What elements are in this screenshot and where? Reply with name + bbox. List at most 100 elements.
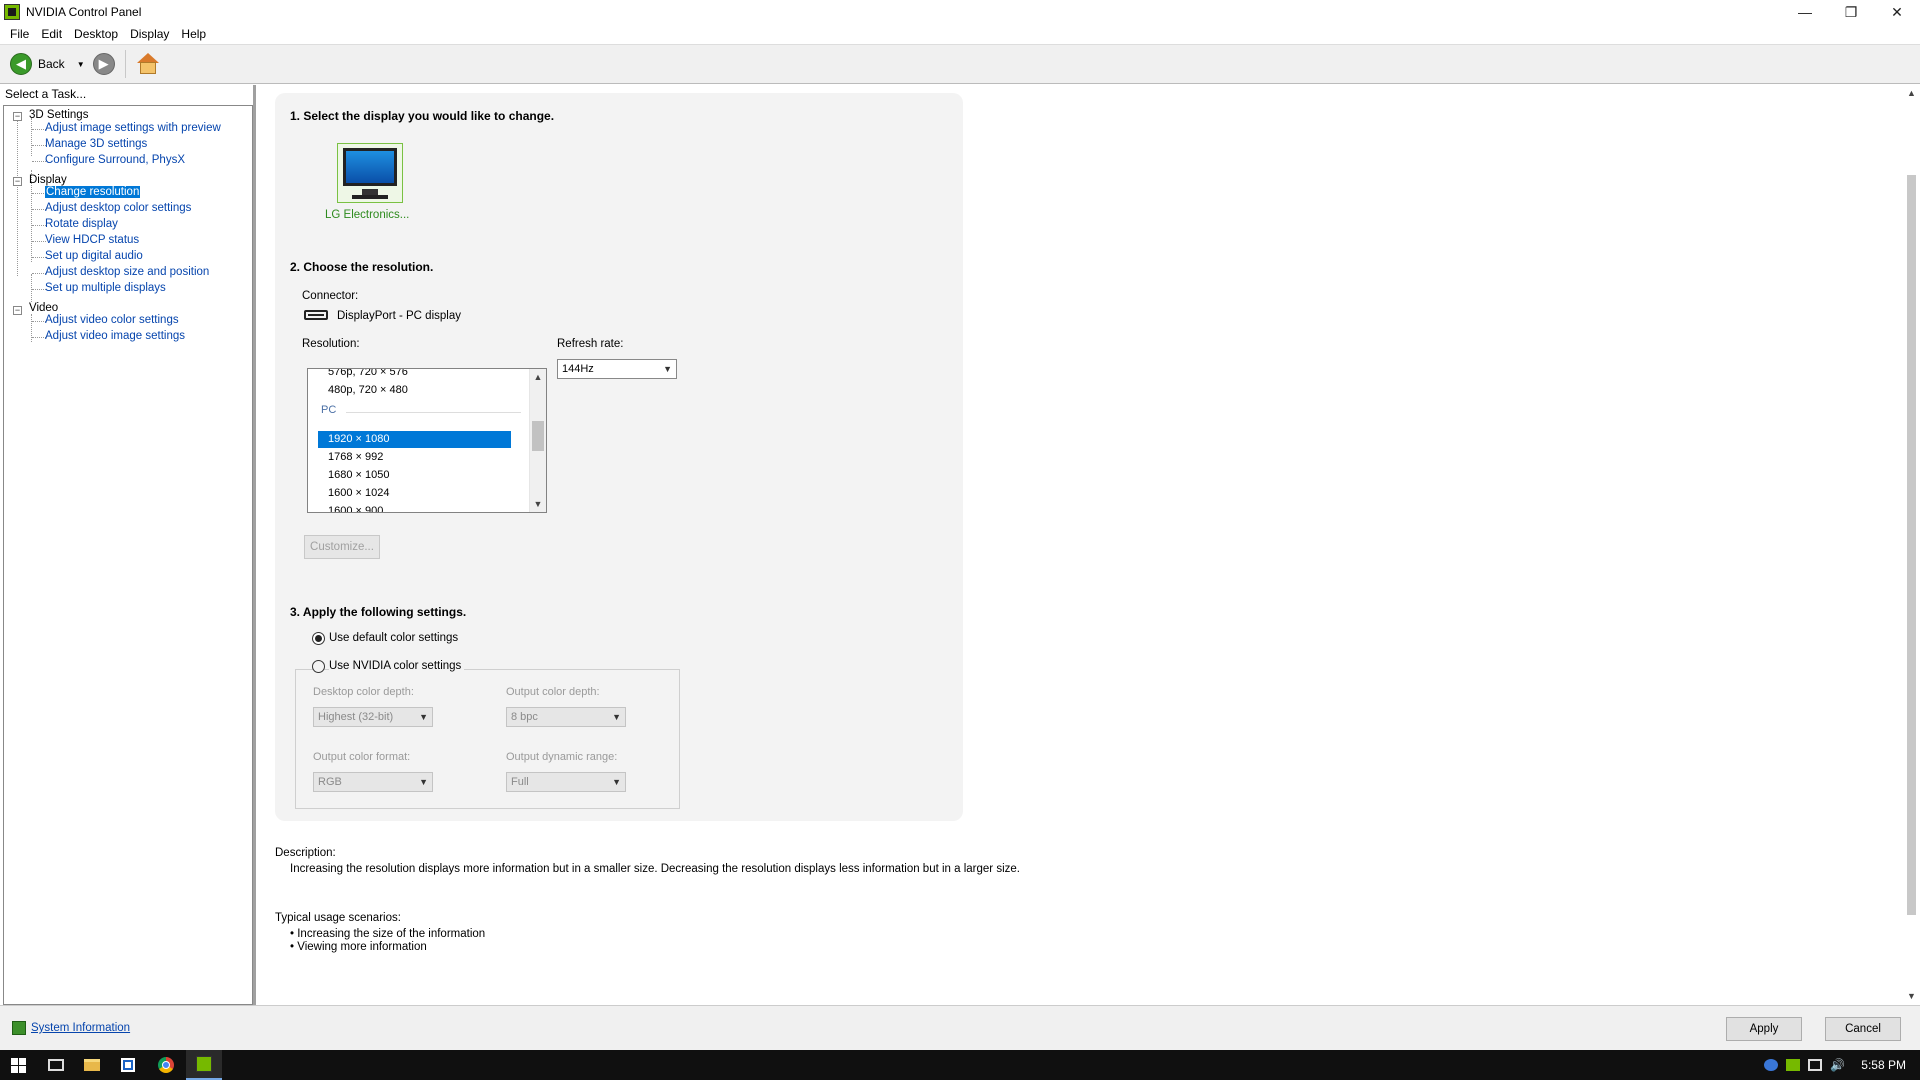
restore-button[interactable]: ❐: [1828, 0, 1874, 24]
list-item[interactable]: 1600 × 1024: [328, 485, 389, 501]
task-video-color[interactable]: Adjust video color settings: [45, 314, 179, 326]
system-information-link[interactable]: System Information: [31, 1022, 130, 1034]
task-multiple-displays[interactable]: Set up multiple displays: [45, 282, 166, 294]
output-format-value: RGB: [318, 776, 342, 788]
scroll-thumb[interactable]: [1907, 175, 1916, 915]
settings-card: 1. Select the display you would like to …: [275, 93, 963, 821]
usage-label: Typical usage scenarios:: [275, 912, 401, 924]
refresh-rate-label: Refresh rate:: [557, 338, 624, 350]
task-view-icon[interactable]: [38, 1050, 74, 1080]
store-icon[interactable]: [110, 1050, 146, 1080]
taskbar: 🔊 5:58 PM: [0, 1050, 1920, 1080]
volume-icon[interactable]: 🔊: [1830, 1059, 1845, 1071]
collapse-video-icon[interactable]: −: [13, 306, 22, 315]
chevron-down-icon: ▼: [419, 777, 428, 787]
back-button-label[interactable]: Back: [38, 57, 65, 71]
collapse-display-icon[interactable]: −: [13, 177, 22, 186]
output-format-select[interactable]: RGB ▼: [313, 772, 433, 792]
scroll-up-icon[interactable]: ▲: [1903, 85, 1920, 102]
forward-arrow-icon[interactable]: ▶: [92, 53, 115, 75]
back-arrow-icon[interactable]: ◀: [10, 53, 32, 75]
step3-title: 3. Apply the following settings.: [290, 605, 467, 619]
menu-bar: File Edit Desktop Display Help: [0, 24, 1920, 44]
task-desktop-size[interactable]: Adjust desktop size and position: [45, 266, 209, 278]
menu-display[interactable]: Display: [124, 27, 175, 41]
default-color-radio[interactable]: [312, 632, 325, 645]
output-depth-select[interactable]: 8 bpc ▼: [506, 707, 626, 727]
output-range-select[interactable]: Full ▼: [506, 772, 626, 792]
list-item[interactable]: 1600 × 900: [328, 503, 383, 512]
description-text: Increasing the resolution displays more …: [290, 863, 1020, 875]
toolbar: ◀ Back ▼ ▶: [0, 44, 1920, 84]
cancel-button[interactable]: Cancel: [1825, 1017, 1901, 1041]
tree-node-video[interactable]: Video: [29, 302, 58, 314]
step1-title: 1. Select the display you would like to …: [290, 109, 555, 123]
task-adjust-desktop-color[interactable]: Adjust desktop color settings: [45, 202, 191, 214]
task-panel: Select a Task... − 3D Settings Adjust im…: [0, 85, 256, 1005]
list-item[interactable]: 576p, 720 × 576: [328, 369, 408, 380]
tree-node-display[interactable]: Display: [29, 174, 67, 186]
window-title: NVIDIA Control Panel: [26, 5, 142, 19]
task-change-resolution-label[interactable]: Change resolution: [45, 186, 141, 198]
scroll-down-icon[interactable]: ▼: [1903, 988, 1920, 1005]
network-icon[interactable]: [1808, 1059, 1822, 1071]
clock[interactable]: 5:58 PM: [1861, 1058, 1906, 1072]
tree-node-3d-settings[interactable]: 3D Settings: [29, 109, 88, 121]
back-history-dropdown-icon[interactable]: ▼: [77, 60, 85, 69]
desktop-depth-select[interactable]: Highest (32-bit) ▼: [313, 707, 433, 727]
menu-help[interactable]: Help: [175, 27, 212, 41]
task-video-image[interactable]: Adjust video image settings: [45, 330, 185, 342]
title-bar: NVIDIA Control Panel — ❐ ✕: [0, 0, 1920, 24]
menu-edit[interactable]: Edit: [35, 27, 68, 41]
close-button[interactable]: ✕: [1874, 0, 1920, 24]
task-change-resolution[interactable]: Change resolution: [45, 186, 141, 198]
output-range-label: Output dynamic range:: [506, 751, 618, 763]
task-header: Select a Task...: [5, 87, 87, 101]
resolution-scrollbar[interactable]: ▲ ▼: [529, 369, 546, 512]
nvidia-control-panel-taskbar-icon[interactable]: [186, 1050, 222, 1080]
task-view-hdcp[interactable]: View HDCP status: [45, 234, 139, 246]
list-item[interactable]: 480p, 720 × 480: [328, 382, 408, 398]
default-color-label[interactable]: Use default color settings: [329, 632, 458, 644]
windows-logo-icon: [10, 1057, 26, 1073]
nvidia-color-radio[interactable]: [312, 660, 325, 673]
task-manage-3d-settings[interactable]: Manage 3D settings: [45, 138, 147, 150]
scroll-up-icon[interactable]: ▲: [530, 369, 546, 385]
bottom-bar: System Information Apply Cancel: [0, 1005, 1920, 1050]
main-scrollbar[interactable]: ▲ ▼: [1903, 85, 1920, 1005]
home-icon[interactable]: [136, 52, 160, 76]
list-item-selected[interactable]: 1920 × 1080: [328, 431, 389, 447]
connector-value: DisplayPort - PC display: [337, 310, 461, 322]
chevron-down-icon: ▼: [419, 712, 428, 722]
usage-item-text: Increasing the size of the information: [297, 928, 486, 940]
minimize-button[interactable]: —: [1782, 0, 1828, 24]
scroll-down-icon[interactable]: ▼: [530, 496, 546, 512]
menu-file[interactable]: File: [4, 27, 35, 41]
chrome-icon[interactable]: [148, 1050, 184, 1080]
display-monitor-icon[interactable]: [337, 143, 403, 203]
display-name[interactable]: LG Electronics...: [325, 209, 409, 221]
task-digital-audio[interactable]: Set up digital audio: [45, 250, 143, 262]
resolution-list[interactable]: 576p, 720 × 576 480p, 720 × 480 PC 1920 …: [307, 368, 547, 513]
task-configure-surround[interactable]: Configure Surround, PhysX: [45, 154, 185, 166]
start-button[interactable]: [0, 1050, 36, 1080]
output-depth-label: Output color depth:: [506, 686, 600, 698]
list-item[interactable]: 1680 × 1050: [328, 467, 389, 483]
collapse-3d-settings-icon[interactable]: −: [13, 112, 22, 121]
step2-title: 2. Choose the resolution.: [290, 260, 434, 274]
refresh-rate-select[interactable]: 144Hz ▼: [557, 359, 677, 379]
nvidia-tray-icon[interactable]: [1786, 1059, 1800, 1071]
task-rotate-display[interactable]: Rotate display: [45, 218, 118, 230]
file-explorer-icon[interactable]: [74, 1050, 110, 1080]
apply-button[interactable]: Apply: [1726, 1017, 1802, 1041]
scroll-thumb[interactable]: [532, 421, 544, 451]
system-info-icon: [12, 1021, 26, 1035]
toolbar-separator: [124, 50, 126, 78]
network-globe-icon[interactable]: [1764, 1059, 1778, 1071]
customize-button[interactable]: Customize...: [304, 535, 380, 559]
chevron-down-icon: ▼: [612, 777, 621, 787]
list-item[interactable]: 1768 × 992: [328, 449, 383, 465]
menu-desktop[interactable]: Desktop: [68, 27, 124, 41]
nvidia-color-label[interactable]: Use NVIDIA color settings: [329, 660, 465, 672]
task-adjust-image-settings[interactable]: Adjust image settings with preview: [45, 122, 221, 134]
